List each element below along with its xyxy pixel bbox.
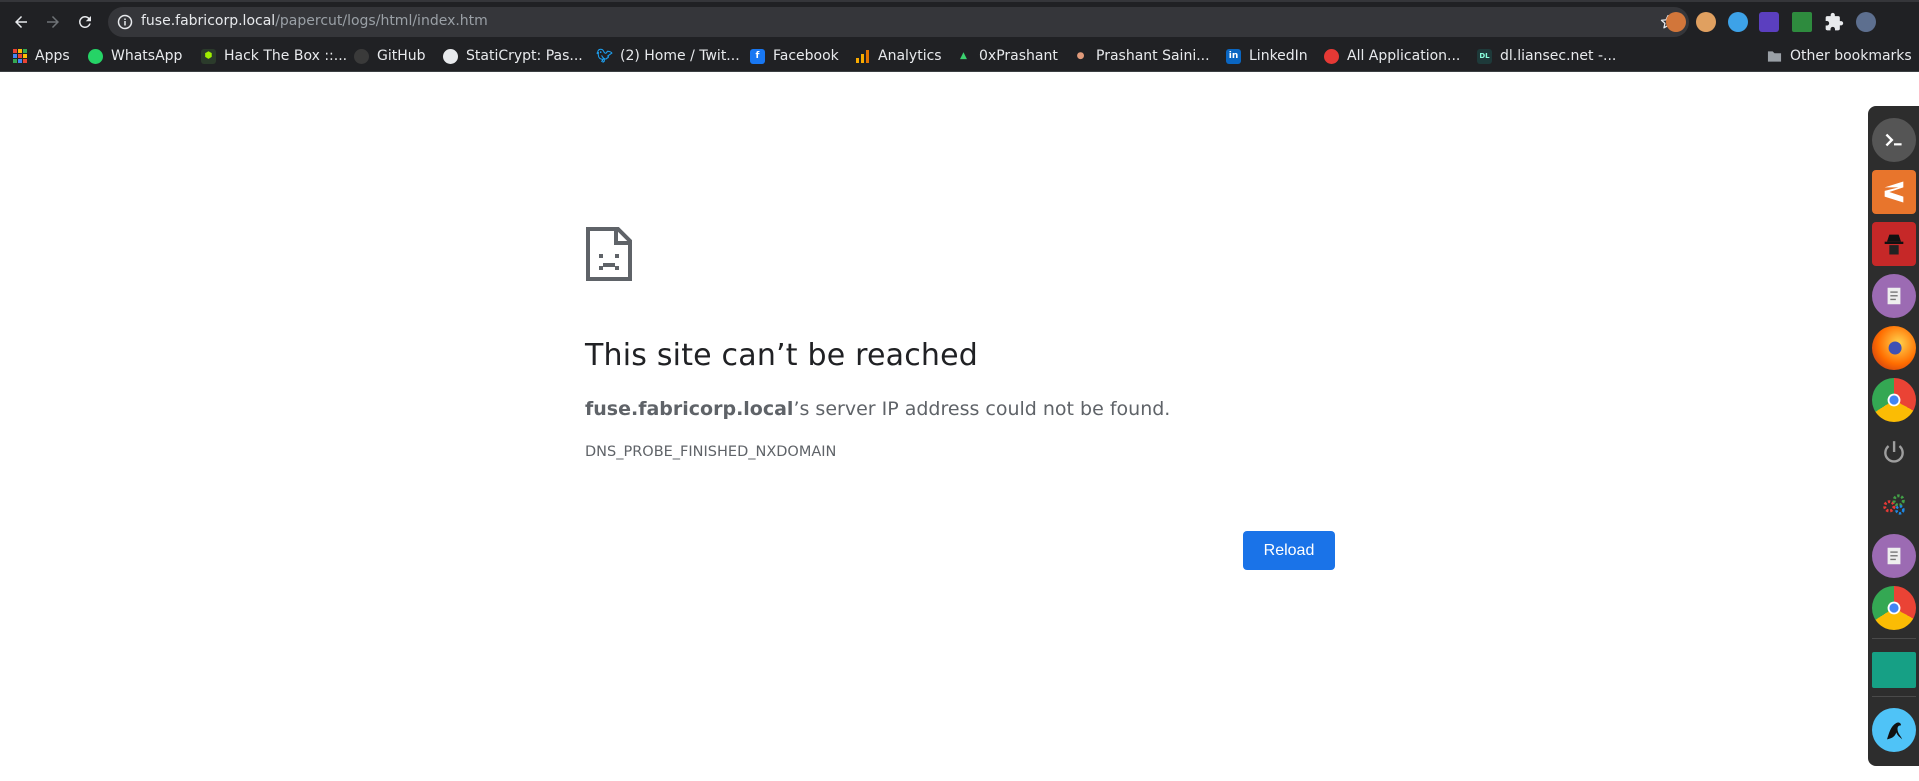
bookmark-dl-liansec[interactable]: DL dl.liansec.net -... [1477,46,1616,66]
bookmarks-bar: Apps WhatsApp ⬢ Hack The Box ::... GitHu… [0,40,1919,72]
text-editor-2-icon[interactable] [1872,534,1916,578]
bookmark-prashant[interactable]: ● Prashant Saini... [1073,46,1210,66]
error-host: fuse.fabricorp.local [585,398,794,420]
bookmark-label: Analytics [878,48,942,64]
globe-icon [443,48,458,64]
prashant-icon: ● [1076,51,1085,61]
sad-page-icon [586,227,632,281]
0xprashant-icon: ▲ [960,51,967,61]
twitter-icon: 🐦︎ [596,48,613,64]
other-bookmarks[interactable]: Other bookmarks [1767,46,1912,66]
url-host: fuse.fabricorp.local [141,13,276,29]
dock-separator [1872,638,1916,639]
blue-circle-icon[interactable] [1728,12,1748,32]
bookmark-label: dl.liansec.net -... [1500,48,1617,64]
error-message: ’s server IP address could not be found. [793,398,1171,420]
bookmark-label: Prashant Saini... [1096,48,1210,64]
bookmark-label: GitHub [377,48,426,64]
url-path: /papercut/logs/html/index.htm [275,13,488,29]
terminal-icon[interactable] [1872,118,1916,162]
chrome-icon[interactable] [1872,378,1916,422]
whatsapp-icon [88,48,103,64]
bookmark-all-applications[interactable]: All Application... [1324,46,1460,66]
puzzle-icon[interactable] [1824,12,1844,32]
back-arrow-icon[interactable] [9,10,33,34]
bookmark-label: All Application... [1347,48,1461,64]
kali-icon[interactable] [1872,708,1916,752]
dl-icon: DL [1477,48,1492,64]
chrome-2-icon[interactable] [1872,586,1916,630]
bookmark-github[interactable]: GitHub [354,46,426,66]
reload-icon[interactable] [73,10,97,34]
hackthebox-icon: ⬢ [201,48,216,64]
site-info-icon[interactable] [117,14,133,30]
forward-arrow-icon[interactable] [41,10,65,34]
address-bar[interactable]: fuse.fabricorp.local/papercut/logs/html/… [108,7,1689,37]
error-code: DNS_PROBE_FINISHED_NXDOMAIN [585,444,837,460]
bookmark-0xprashant[interactable]: ▲ 0xPrashant [956,46,1058,66]
dock-separator [1872,696,1916,697]
bookmark-apps[interactable]: Apps [13,46,70,66]
bookmark-twitter[interactable]: 🐦︎ (2) Home / Twit... [596,46,740,66]
bookmark-label: StatiCrypt: Pas... [466,48,583,64]
bookmark-label: (2) Home / Twit... [620,48,740,64]
profile-icon[interactable] [1856,12,1876,32]
bookmark-label: LinkedIn [1249,48,1308,64]
bookmark-label: Apps [35,48,70,64]
linkedin-icon: in [1226,48,1241,64]
browser-toolbar: fuse.fabricorp.local/papercut/logs/html/… [0,0,1919,40]
bookmark-linkedin[interactable]: in LinkedIn [1226,46,1308,66]
bookmark-label: 0xPrashant [979,48,1058,64]
error-description: fuse.fabricorp.local’s server IP address… [585,398,1170,420]
cookie-icon[interactable] [1666,12,1686,32]
sublime-icon[interactable] [1872,170,1916,214]
john-ripper-icon[interactable] [1872,222,1916,266]
bookmark-staticrypt[interactable]: StatiCrypt: Pas... [443,46,583,66]
green-window-icon[interactable] [1872,652,1916,688]
facebook-icon: f [750,48,765,64]
address-url: fuse.fabricorp.local/papercut/logs/html/… [141,13,488,29]
power-icon[interactable] [1872,430,1916,474]
purple-cube-icon[interactable] [1759,12,1779,32]
app-icon [1324,48,1339,64]
other-bookmarks-label: Other bookmarks [1790,48,1912,64]
bookmark-label: Facebook [773,48,839,64]
firefox-icon[interactable] [1872,326,1916,370]
settings-icon[interactable] [1872,482,1916,526]
bookmark-whatsapp[interactable]: WhatsApp [88,46,182,66]
bookmark-hackthebox[interactable]: ⬢ Hack The Box ::... [201,46,347,66]
folder-icon [1767,49,1782,64]
github-icon [354,48,369,64]
green-terminal-icon[interactable] [1792,12,1812,32]
cookie-2-icon[interactable] [1696,12,1716,32]
app-dock [1868,106,1919,766]
apps-grid-icon [13,49,27,63]
bookmark-facebook[interactable]: f Facebook [750,46,839,66]
analytics-icon [855,49,870,64]
error-title: This site can’t be reached [585,338,979,373]
text-editor-icon[interactable] [1872,274,1916,318]
bookmark-analytics[interactable]: Analytics [855,46,942,66]
bookmark-label: WhatsApp [111,48,183,64]
reload-button[interactable]: Reload [1243,531,1335,570]
bookmark-label: Hack The Box ::... [224,48,348,64]
